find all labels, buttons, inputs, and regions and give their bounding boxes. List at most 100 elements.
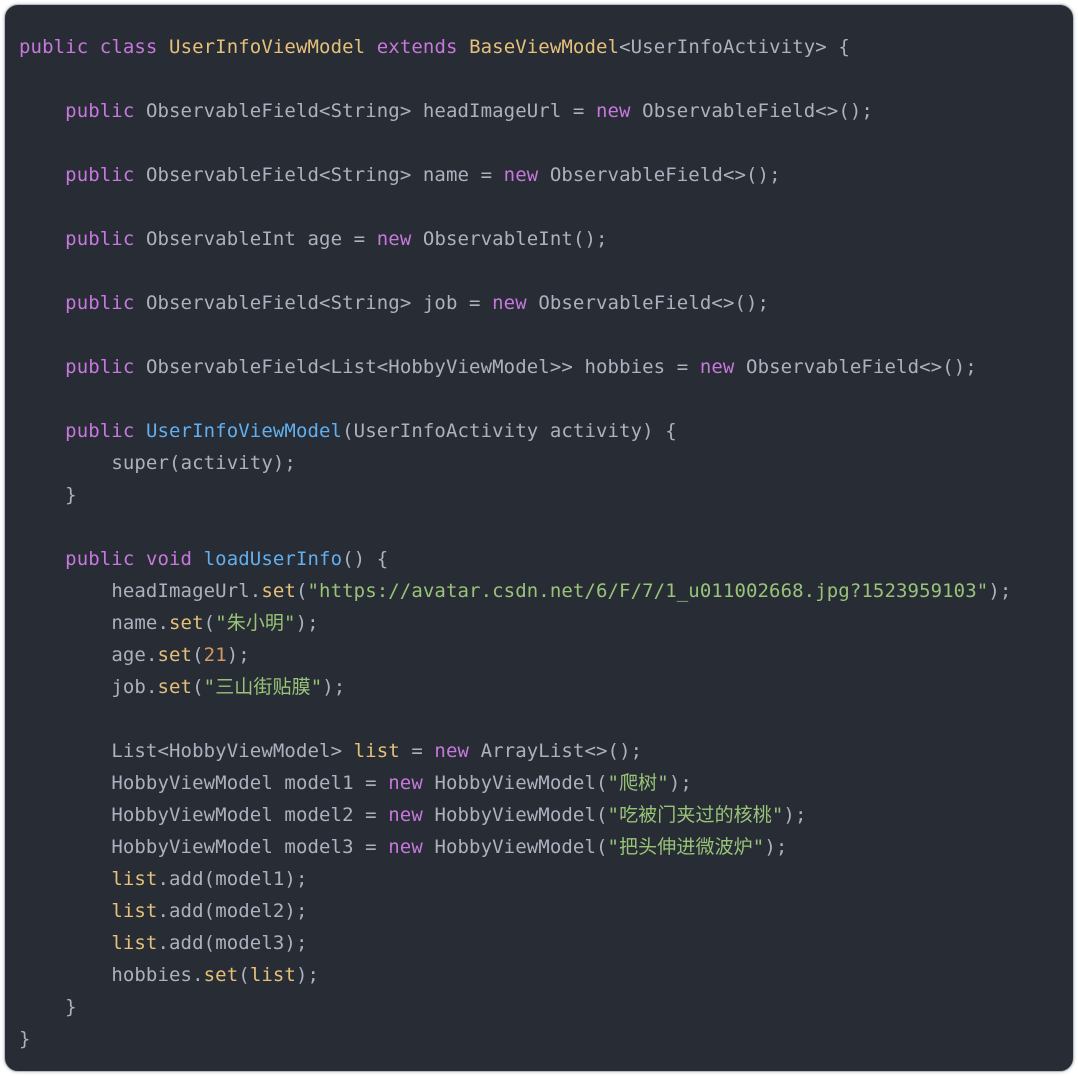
punctuation	[88, 36, 100, 58]
identifier: job	[111, 676, 146, 698]
number-literal: 21	[203, 644, 227, 666]
identifier: HobbyViewModel	[388, 356, 550, 378]
identifier: activity	[180, 452, 273, 474]
local-variable: list	[111, 900, 158, 922]
punctuation: (	[595, 836, 608, 858]
punctuation	[19, 612, 111, 634]
punctuation: }	[19, 484, 77, 506]
code-line-30: hobbies.set(list);	[19, 959, 1059, 991]
punctuation: =	[469, 164, 504, 186]
code-line-3: public ObservableField<String> headImage…	[19, 95, 1059, 127]
punctuation	[19, 580, 111, 602]
punctuation: =	[353, 836, 389, 858]
punctuation: (	[169, 452, 181, 474]
keyword: public	[65, 420, 135, 442]
punctuation	[631, 100, 643, 122]
punctuation: }	[19, 996, 77, 1018]
local-variable: list	[249, 964, 296, 986]
punctuation: );	[295, 612, 319, 634]
punctuation: <	[319, 100, 331, 122]
punctuation: () {	[342, 548, 389, 570]
punctuation	[296, 228, 308, 250]
punctuation: .	[145, 676, 158, 698]
string-literal: "吃被门夹过的核桃"	[607, 804, 784, 826]
punctuation: (	[595, 772, 608, 794]
string-literal: "把头伸进微波炉"	[607, 836, 765, 858]
identifier: HobbyViewModel	[169, 740, 331, 762]
method-call: set	[261, 580, 296, 602]
identifier: job	[422, 292, 458, 314]
punctuation: >	[399, 164, 423, 186]
punctuation	[273, 836, 285, 858]
identifier: model2	[284, 804, 354, 826]
identifier: hobbies	[584, 356, 666, 378]
identifier: List	[111, 740, 158, 762]
punctuation: (	[203, 900, 216, 922]
punctuation	[365, 36, 377, 58]
method-call: add	[169, 900, 204, 922]
type-name: BaseViewModel	[469, 36, 620, 58]
punctuation: );	[668, 772, 692, 794]
punctuation	[273, 804, 285, 826]
punctuation	[134, 164, 146, 186]
identifier: ObservableField	[145, 292, 320, 314]
identifier: ObservableField	[145, 100, 320, 122]
class-name: UserInfoViewModel	[169, 36, 366, 58]
punctuation	[527, 292, 539, 314]
punctuation	[192, 548, 204, 570]
punctuation: =	[665, 356, 700, 378]
keyword: new	[388, 772, 423, 794]
punctuation: =	[353, 772, 389, 794]
punctuation: <>();	[584, 740, 643, 762]
method-call: set	[169, 612, 204, 634]
keyword: public	[65, 100, 135, 122]
string-literal: "https://avatar.csdn.net/6/F/7/1_u011002…	[307, 580, 989, 602]
code-line-15: }	[19, 479, 1059, 511]
punctuation	[134, 100, 146, 122]
punctuation: );	[988, 580, 1012, 602]
punctuation	[19, 868, 111, 890]
punctuation	[19, 356, 65, 378]
identifier: model1	[284, 772, 354, 794]
punctuation: (	[203, 612, 216, 634]
punctuation: > {	[815, 36, 850, 58]
keyword: new	[595, 100, 631, 122]
punctuation: (	[595, 804, 608, 826]
punctuation	[19, 932, 111, 954]
identifier: headImageUrl	[111, 580, 250, 602]
code-content[interactable]: public class UserInfoViewModel extends B…	[5, 5, 1073, 1071]
punctuation: .	[157, 868, 170, 890]
identifier: String	[330, 292, 400, 314]
punctuation	[19, 676, 111, 698]
code-line-28: list.add(model2);	[19, 895, 1059, 927]
identifier: age	[111, 644, 146, 666]
punctuation	[469, 740, 481, 762]
punctuation: (	[295, 580, 308, 602]
punctuation: .	[157, 900, 170, 922]
punctuation	[19, 900, 111, 922]
local-variable: list	[111, 868, 158, 890]
method-declaration: loadUserInfo	[203, 548, 343, 570]
code-line-26: HobbyViewModel model3 = new HobbyViewMod…	[19, 831, 1059, 863]
code-line-27: list.add(model1);	[19, 863, 1059, 895]
punctuation: }	[19, 1028, 31, 1050]
keyword: new	[376, 228, 412, 250]
punctuation	[458, 36, 470, 58]
code-line-13: public UserInfoViewModel(UserInfoActivit…	[19, 415, 1059, 447]
keyword: new	[699, 356, 735, 378]
punctuation: <	[319, 164, 331, 186]
punctuation: =	[561, 100, 596, 122]
punctuation	[157, 36, 169, 58]
keyword: public	[65, 292, 135, 314]
punctuation	[19, 772, 111, 794]
punctuation: <	[319, 292, 331, 314]
punctuation	[538, 420, 550, 442]
identifier: name	[422, 164, 470, 186]
identifier: model1	[215, 868, 285, 890]
punctuation	[19, 836, 111, 858]
